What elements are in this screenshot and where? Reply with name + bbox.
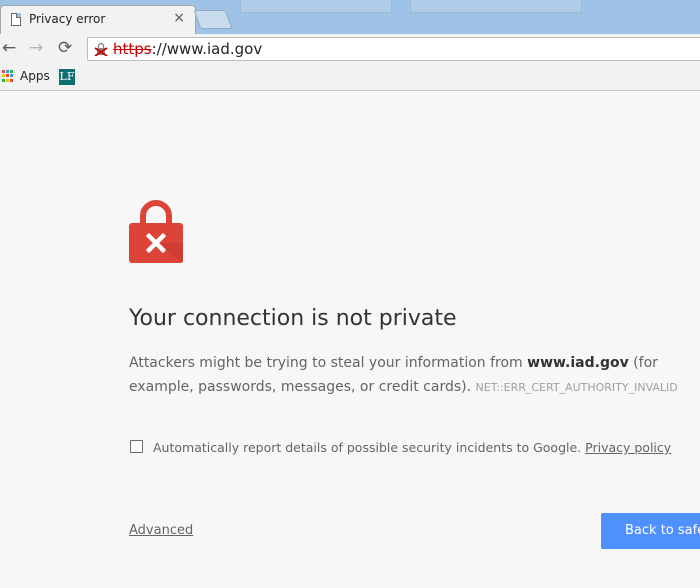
privacy-policy-link[interactable]: Privacy policy: [585, 440, 671, 455]
page-icon: [11, 13, 21, 26]
toolbar: ← → ⟳ https://www.iad.gov: [0, 34, 700, 64]
checkbox-text: Automatically report details of possible…: [153, 440, 582, 455]
advanced-link[interactable]: Advanced: [129, 523, 193, 538]
tab-privacy-error[interactable]: Privacy error ×: [0, 5, 196, 34]
background-tab[interactable]: [410, 0, 582, 13]
address-bar[interactable]: https://www.iad.gov: [87, 37, 700, 61]
tab-strip: Privacy error ×: [0, 0, 700, 34]
background-tab[interactable]: [240, 0, 392, 13]
back-to-safety-button[interactable]: Back to safety: [601, 513, 700, 549]
error-description: Attackers might be trying to steal your …: [129, 351, 700, 400]
forward-arrow-icon[interactable]: →: [29, 38, 43, 58]
bookmarks-bar: Apps LF: [0, 64, 700, 91]
report-checkbox-label: Automatically report details of possible…: [153, 440, 671, 455]
page-title: Your connection is not private: [129, 306, 457, 331]
new-tab-button[interactable]: [193, 10, 233, 29]
bookmark-favicon[interactable]: LF: [59, 69, 75, 85]
domain-name: www.iad.gov: [527, 355, 629, 371]
desc-text: Attackers might be trying to steal your …: [129, 355, 528, 371]
apps-shortcut[interactable]: Apps: [20, 69, 50, 83]
close-tab-icon[interactable]: ×: [173, 10, 185, 26]
insecure-lock-icon[interactable]: [94, 42, 108, 56]
apps-grid-icon[interactable]: [2, 70, 14, 82]
url-scheme: https: [113, 40, 152, 58]
report-checkbox[interactable]: [130, 440, 143, 453]
reload-icon[interactable]: ⟳: [58, 38, 72, 58]
url-text[interactable]: https://www.iad.gov: [113, 40, 262, 58]
error-code[interactable]: NET::ERR_CERT_AUTHORITY_INVALID: [476, 381, 678, 394]
red-lock-icon: [129, 200, 183, 263]
url-host: ://www.iad.gov: [151, 40, 263, 58]
tab-title: Privacy error: [29, 12, 106, 26]
back-arrow-icon[interactable]: ←: [2, 38, 16, 58]
